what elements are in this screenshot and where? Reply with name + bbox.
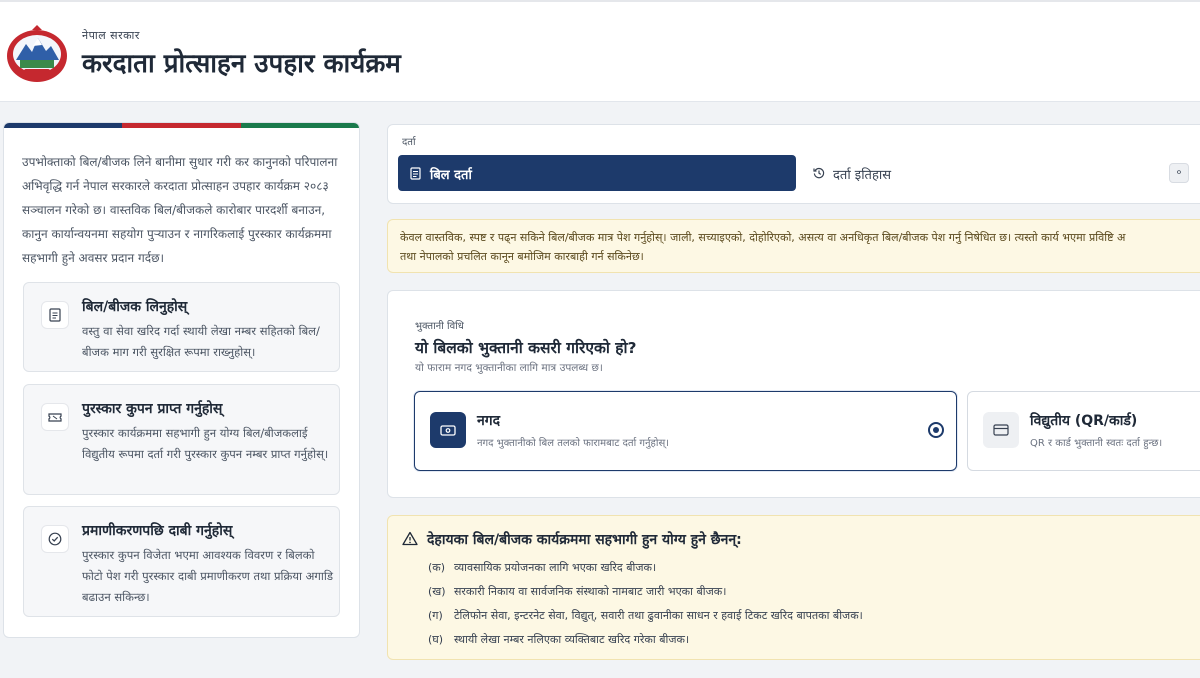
tab-extra-button[interactable]: ० [1169,163,1189,183]
list-item: (ग) टेलिफोन सेवा, इन्टरनेट सेवा, विद्युत्… [428,604,863,628]
cash-icon [430,412,466,448]
item-marker: (क) [428,561,446,574]
payment-label: भुक्तानी विधि [415,321,464,332]
government-name: नेपाल सरकार [82,29,140,42]
warning-triangle-icon [402,531,418,546]
step-title: बिल/बीजक लिनुहोस् [82,299,188,315]
item-text: टेलिफोन सेवा, इन्टरनेट सेवा, विद्युत्, स… [454,609,863,622]
ineligible-title: देहायका बिल/बीजक कार्यक्रममा सहभागी हुन … [427,532,742,548]
info-sidebar: उपभोक्ताको बिल/बीजक लिने बानीमा सुधार गर… [3,122,360,638]
item-marker: (ख) [428,585,446,598]
step-card-claim: प्रमाणीकरणपछि दाबी गर्नुहोस् पुरस्कार कु… [23,506,340,617]
ineligible-list: (क) व्यावसायिक प्रयोजनका लागि भएका खरिद ब… [428,556,863,652]
history-icon [813,167,825,179]
check-circle-icon [41,525,69,553]
option-description: QR र कार्ड भुक्तानी स्वतः दर्ता हुन्छ। [1030,438,1163,449]
item-marker: (ग) [428,609,443,622]
option-title: विद्युतीय (QR/कार्ड) [1030,413,1138,429]
intro-text: उपभोक्ताको बिल/बीजक लिने बानीमा सुधार गर… [22,155,338,265]
step-text: पुरस्कार कार्यक्रममा सहभागी हुन योग्य बि… [82,426,329,461]
program-title: करदाता प्रोत्साहन उपहार कार्यक्रम [82,49,401,79]
warning-notice: केवल वास्तविक, स्पष्ट र पढ्न सकिने बिल/ब… [387,219,1200,273]
item-marker: (घ) [428,633,444,646]
payment-option-cash[interactable]: नगद नगद भुक्तानीको बिल तलको फारामबाट दर्… [414,391,957,471]
step-card-get-coupon: पुरस्कार कुपन प्राप्त गर्नुहोस् पुरस्कार… [23,384,340,495]
notice-line: केवल वास्तविक, स्पष्ट र पढ्न सकिने बिल/ब… [400,231,1126,244]
registration-tabs: दर्ता बिल दर्ता दर्ता इतिहास ० [387,124,1200,204]
list-item: (क) व्यावसायिक प्रयोजनका लागि भएका खरिद ब… [428,556,863,580]
payment-question: यो बिलको भुक्तानी कसरी गरिएको हो? [415,339,637,357]
payment-option-electronic[interactable]: विद्युतीय (QR/कार्ड) QR र कार्ड भुक्तानी… [967,391,1200,471]
tab-label: बिल दर्ता [430,168,472,183]
list-item: (घ) स्थायी लेखा नम्बर नलिएका व्यक्तिबाट ख… [428,628,863,652]
tab-label: दर्ता इतिहास [833,168,892,183]
tricolor-blue [4,123,123,128]
tricolor-red [122,123,241,128]
tabs-label: दर्ता [402,137,416,148]
card-icon [983,412,1019,448]
step-card-take-bill: बिल/बीजक लिनुहोस् वस्तु वा सेवा खरिद गर्… [23,282,340,372]
document-icon [41,301,69,329]
notice-line: तथा नेपालको प्रचलित कानून बमोजिम कारबाही… [400,250,644,263]
item-text: सरकारी निकाय वा सार्वजनिक संस्थाको नामबा… [454,585,727,598]
step-text: पुरस्कार कुपन विजेता भएमा आवश्यक विवरण र… [82,548,334,604]
step-title: प्रमाणीकरणपछि दाबी गर्नुहोस् [82,523,233,539]
step-title: पुरस्कार कुपन प्राप्त गर्नुहोस् [82,401,223,417]
payment-method-card: भुक्तानी विधि यो बिलको भुक्तानी कसरी गरि… [387,290,1200,498]
nepal-emblem-logo [7,25,67,82]
list-item: (ख) सरकारी निकाय वा सार्वजनिक संस्थाको ना… [428,580,863,604]
tricolor-green [240,123,359,128]
radio-selected[interactable] [928,422,944,438]
item-text: व्यावसायिक प्रयोजनका लागि भएका खरिद बीजक… [454,561,657,574]
ticket-icon [41,403,69,431]
payment-subtitle: यो फाराम नगद भुक्तानीका लागि मात्र उपलब्… [415,362,603,374]
option-description: नगद भुक्तानीको बिल तलको फारामबाट दर्ता ग… [477,438,670,449]
option-title: नगद [477,413,501,429]
tricolor-bar [4,123,359,128]
ineligible-bills-notice: देहायका बिल/बीजक कार्यक्रममा सहभागी हुन … [387,515,1200,660]
site-header: नेपाल सरकार करदाता प्रोत्साहन उपहार कार्… [0,2,1200,102]
step-text: वस्तु वा सेवा खरिद गर्दा स्थायी लेखा नम्… [82,324,320,359]
tab-bill-register[interactable]: बिल दर्ता [398,155,796,191]
document-icon [410,167,421,180]
item-text: स्थायी लेखा नम्बर नलिएका व्यक्तिबाट खरिद… [454,633,690,646]
